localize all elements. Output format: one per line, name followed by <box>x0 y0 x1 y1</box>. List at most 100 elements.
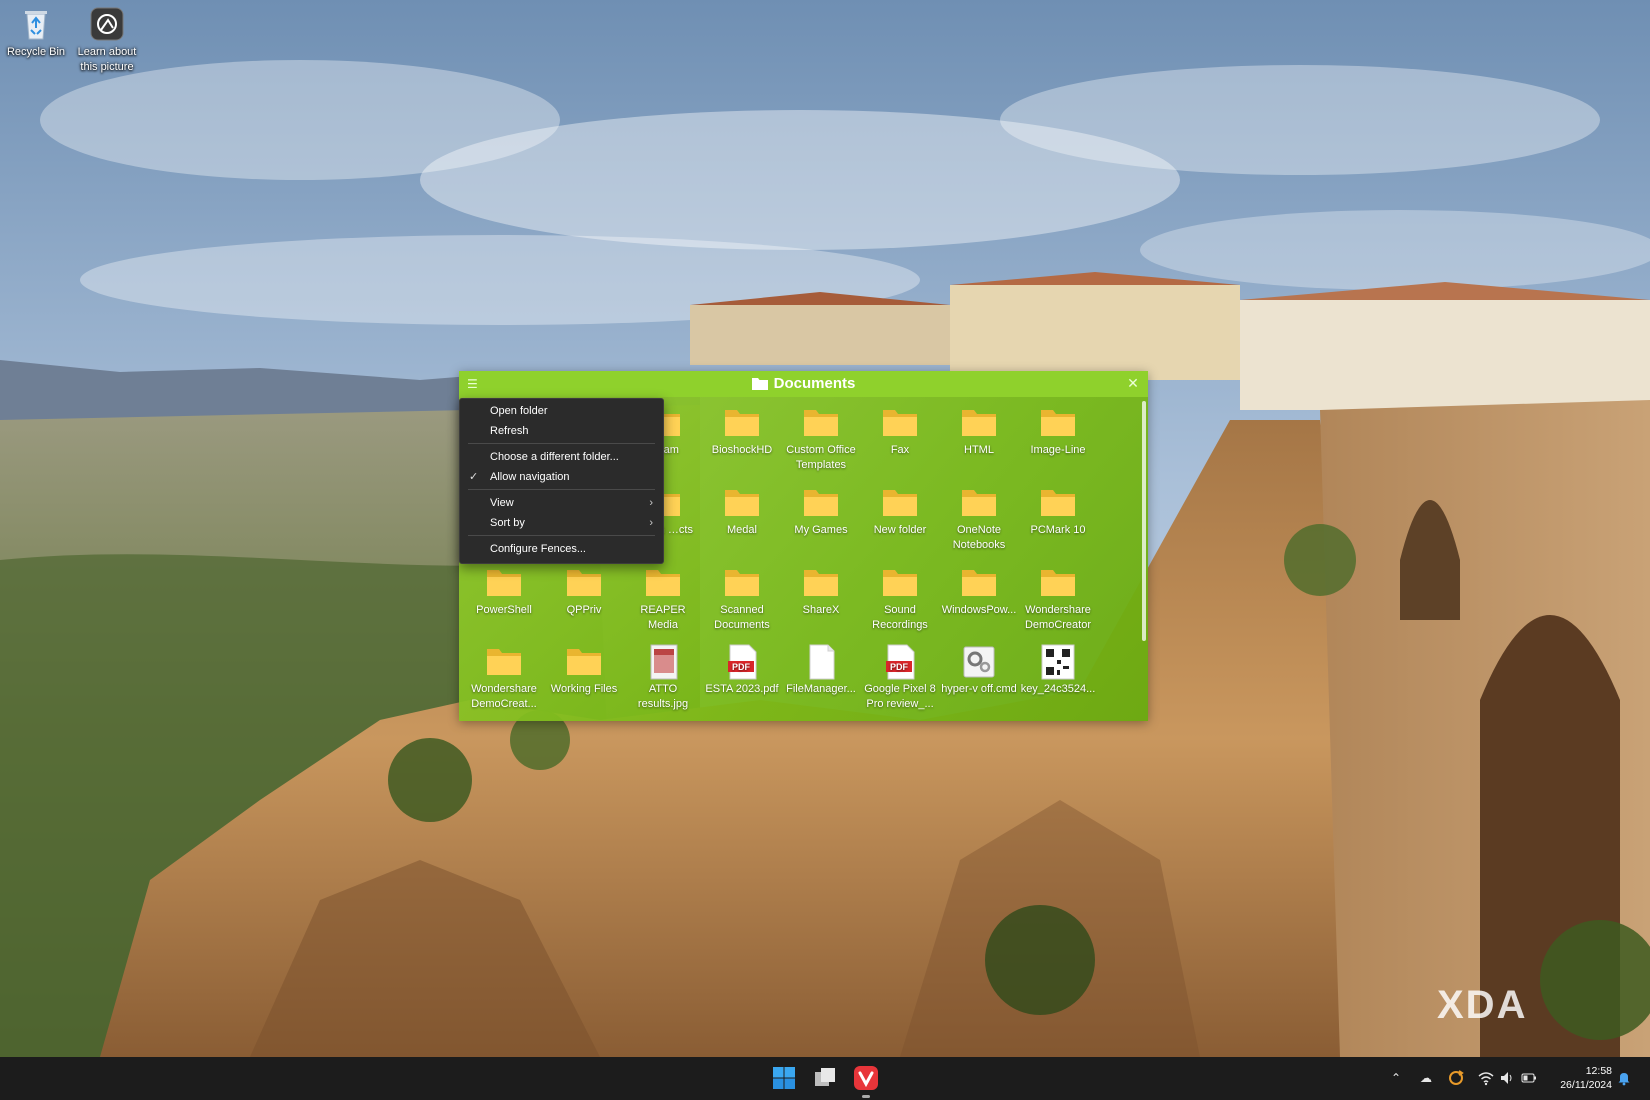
item-label: Wondershare DemoCreat... <box>471 683 537 710</box>
folder-item[interactable]: BioshockHD <box>703 405 781 458</box>
menu-item-refresh[interactable]: Refresh <box>460 421 663 441</box>
item-label: ATTO results.jpg <box>637 683 689 710</box>
item-label: Scanned Documents <box>714 604 770 631</box>
desktop-icon-label: Recycle Bin <box>6 46 66 58</box>
menu-item-label: Open folder <box>490 405 548 417</box>
file-item[interactable]: ATTO results.jpg <box>624 644 702 712</box>
folder-icon <box>801 485 841 521</box>
folder-item[interactable]: My Games <box>782 485 860 538</box>
folder-item[interactable]: OneNote Notebooks <box>940 485 1018 553</box>
menu-item-label: Refresh <box>490 425 529 437</box>
item-label: BioshockHD <box>711 444 773 456</box>
vivaldi-browser-icon[interactable] <box>853 1065 879 1091</box>
menu-item-view[interactable]: View › <box>460 493 663 513</box>
menu-item-label: Choose a different folder... <box>490 451 619 463</box>
pdf-file-icon: PDF <box>722 644 762 680</box>
file-item[interactable]: hyper-v off.cmd <box>940 644 1018 697</box>
close-icon[interactable]: ✕ <box>1126 375 1140 391</box>
chevron-up-icon[interactable]: ⌃ <box>1387 1069 1405 1087</box>
folder-item[interactable]: Sound Recordings <box>861 565 939 633</box>
task-view-icon[interactable] <box>812 1065 838 1091</box>
item-label: ShareX <box>802 604 840 616</box>
chevron-right-icon: › <box>649 497 653 509</box>
svg-text:PDF: PDF <box>890 662 909 672</box>
sync-icon[interactable] <box>1447 1069 1465 1087</box>
menu-separator <box>468 489 655 490</box>
menu-item-open-folder[interactable]: Open folder <box>460 401 663 421</box>
folder-item[interactable]: New folder <box>861 485 939 538</box>
item-label: OneNote Notebooks <box>952 524 1006 551</box>
file-item[interactable]: PDF ESTA 2023.pdf <box>703 644 781 697</box>
item-label: Image-Line <box>1030 444 1086 456</box>
svg-text:PDF: PDF <box>732 662 751 672</box>
item-label: FileManager... <box>786 683 856 695</box>
folder-icon <box>1038 565 1078 601</box>
folder-item[interactable]: Fax <box>861 405 939 458</box>
folder-item[interactable]: ShareX <box>782 565 860 618</box>
file-item[interactable]: key_24c3524... <box>1019 644 1097 697</box>
folder-icon <box>722 565 762 601</box>
folder-icon <box>1038 405 1078 441</box>
item-label: Wondershare DemoCreator <box>1024 604 1092 631</box>
fence-scrollbar[interactable] <box>1142 401 1146 641</box>
folder-item[interactable]: PCMark 10 <box>1019 485 1097 538</box>
folder-icon <box>484 565 524 601</box>
recycle-bin-icon <box>18 6 54 42</box>
file-item[interactable]: PDF Google Pixel 8 Pro review_... <box>861 644 939 712</box>
item-label: PCMark 10 <box>1030 524 1086 536</box>
desktop-icon-label: Learn about this picture <box>77 46 137 73</box>
folder-icon <box>484 644 524 680</box>
item-label: PowerShell <box>476 604 532 616</box>
item-label: Medal <box>727 524 757 536</box>
folder-icon <box>801 565 841 601</box>
item-label: WindowsPow... <box>941 604 1017 616</box>
item-label: QPPriv <box>566 604 602 616</box>
item-label: hyper-v off.cmd <box>941 683 1017 695</box>
desktop-icon-learn-about-picture[interactable]: Learn about this picture <box>69 4 145 75</box>
folder-item[interactable]: Scanned Documents <box>703 565 781 633</box>
volume-icon[interactable] <box>1498 1069 1516 1087</box>
folder-item[interactable]: REAPER Media <box>624 565 702 633</box>
folder-item[interactable]: HTML <box>940 405 1018 458</box>
menu-item-choose-folder[interactable]: Choose a different folder... <box>460 447 663 467</box>
item-label: Fax <box>890 444 910 456</box>
folder-icon <box>801 405 841 441</box>
file-item[interactable]: FileManager... <box>782 644 860 697</box>
menu-item-allow-navigation[interactable]: ✓ Allow navigation <box>460 467 663 487</box>
folder-icon <box>564 644 604 680</box>
menu-item-label: Allow navigation <box>490 471 570 483</box>
menu-item-configure-fences[interactable]: Configure Fences... <box>460 539 663 559</box>
notification-bell-icon[interactable] <box>1615 1069 1633 1087</box>
folder-item[interactable]: Image-Line <box>1019 405 1097 458</box>
battery-icon[interactable] <box>1520 1069 1538 1087</box>
folder-item[interactable]: Custom Office Templates <box>782 405 860 473</box>
folder-icon <box>564 565 604 601</box>
folder-item[interactable]: Working Files <box>545 644 623 697</box>
menu-item-label: Configure Fences... <box>490 543 586 555</box>
onedrive-cloud-icon[interactable]: ☁ <box>1417 1069 1435 1087</box>
folder-item[interactable]: Wondershare DemoCreator <box>1019 565 1097 633</box>
folder-item[interactable]: PowerShell <box>465 565 543 618</box>
folder-item[interactable]: Wondershare DemoCreat... <box>465 644 543 712</box>
folder-item[interactable]: WindowsPow... <box>940 565 1018 618</box>
active-app-indicator <box>862 1095 870 1098</box>
menu-separator <box>468 443 655 444</box>
menu-item-sort-by[interactable]: Sort by › <box>460 513 663 533</box>
desktop-icon-recycle-bin[interactable]: Recycle Bin <box>0 4 74 60</box>
folder-icon <box>1038 485 1078 521</box>
item-label: key_24c3524... <box>1020 683 1096 695</box>
folder-icon <box>959 565 999 601</box>
menu-item-label: View <box>490 497 514 509</box>
system-clock[interactable]: 12:58 26/11/2024 <box>1560 1064 1612 1092</box>
image-file-icon <box>643 644 683 680</box>
item-label: My Games <box>794 524 848 536</box>
pdf-file-icon: PDF <box>880 644 920 680</box>
wifi-icon[interactable] <box>1477 1069 1495 1087</box>
folder-item[interactable]: QPPriv <box>545 565 623 618</box>
folder-item[interactable]: Medal <box>703 485 781 538</box>
item-label: Google Pixel 8 Pro review_... <box>864 683 936 710</box>
folder-icon <box>880 405 920 441</box>
windows-start-icon[interactable] <box>771 1065 797 1091</box>
fence-title-bar[interactable]: ☰ Documents ✕ <box>459 371 1148 397</box>
item-label: New folder <box>873 524 927 536</box>
